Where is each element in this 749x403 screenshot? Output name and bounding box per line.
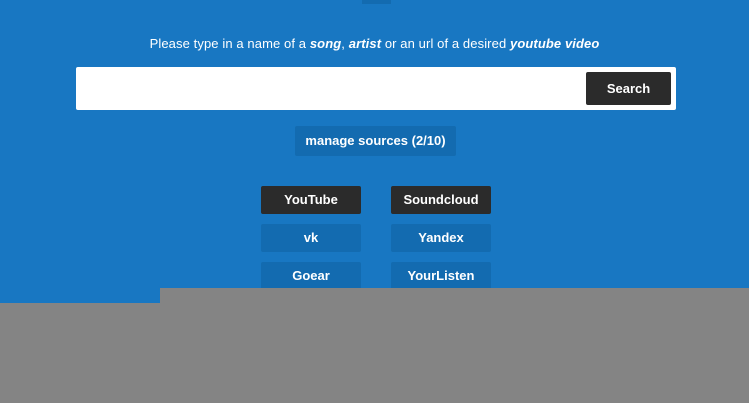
source-yandex-button[interactable]: Yandex <box>391 224 491 252</box>
search-instruction: Please type in a name of a song, artist … <box>0 36 749 51</box>
app-stage: Please type in a name of a song, artist … <box>0 0 749 403</box>
top-tab-handle[interactable] <box>362 0 391 4</box>
manage-sources-button[interactable]: manage sources (2/10) <box>295 126 456 156</box>
instruction-text-1: Please type in a name of a <box>149 36 310 51</box>
background-area <box>0 303 160 403</box>
instruction-separator: , <box>341 36 349 51</box>
search-button[interactable]: Search <box>586 72 671 105</box>
instruction-video: youtube video <box>509 36 600 51</box>
search-input[interactable] <box>84 73 584 104</box>
source-vk-button[interactable]: vk <box>261 224 361 252</box>
search-panel: Please type in a name of a song, artist … <box>0 0 749 303</box>
source-youtube-button[interactable]: YouTube <box>261 186 361 214</box>
source-soundcloud-button[interactable]: Soundcloud <box>391 186 491 214</box>
instruction-song: song <box>309 36 342 51</box>
instruction-text-2: or an url of a desired <box>381 36 510 51</box>
overlay-panel <box>160 288 749 403</box>
search-bar: Search <box>76 67 676 110</box>
source-goear-button[interactable]: Goear <box>261 262 361 290</box>
source-yourlisten-button[interactable]: YourListen <box>391 262 491 290</box>
instruction-artist: artist <box>348 36 382 51</box>
